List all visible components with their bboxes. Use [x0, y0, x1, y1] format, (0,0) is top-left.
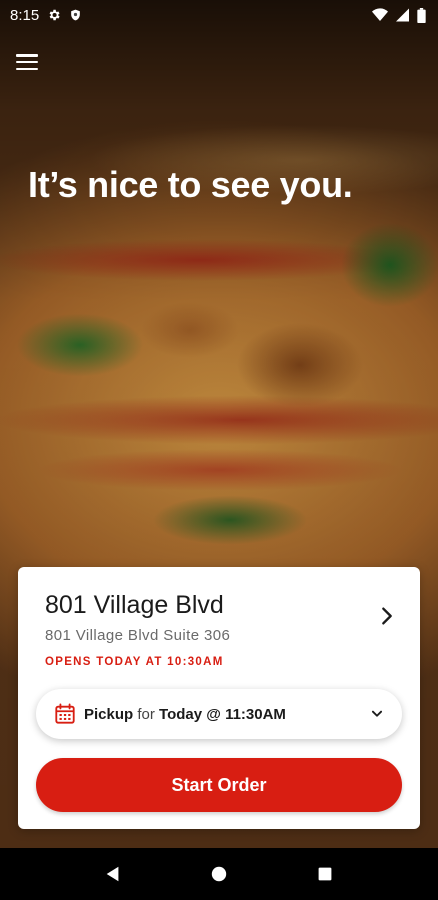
shield-icon — [71, 9, 81, 21]
start-order-button[interactable]: Start Order — [36, 758, 402, 812]
back-button[interactable] — [98, 859, 128, 889]
calendar-icon — [55, 703, 75, 724]
menu-line — [16, 67, 38, 70]
back-triangle-icon — [106, 866, 119, 882]
location-name: 801 Village Blvd — [45, 591, 224, 619]
gear-icon — [49, 9, 60, 21]
location-address: 801 Village Blvd Suite 306 — [45, 627, 231, 644]
recents-button[interactable] — [310, 859, 340, 889]
menu-line — [16, 54, 38, 57]
pickup-summary: Pickup for Today @ 11:30AM — [84, 706, 370, 723]
status-bar: 8:15 — [0, 0, 438, 30]
order-mode: Pickup — [84, 705, 134, 723]
battery-icon — [417, 7, 426, 23]
greeting-heading: It’s nice to see you. — [28, 164, 353, 205]
hamburger-menu-icon[interactable] — [16, 52, 38, 72]
order-time: Today @ 11:30AM — [159, 705, 286, 723]
status-time: 8:15 — [10, 6, 40, 24]
home-button[interactable] — [204, 859, 234, 889]
order-card: 801 Village Blvd 801 Village Blvd Suite … — [18, 567, 420, 829]
chevron-down-icon — [371, 710, 383, 717]
menu-line — [16, 60, 38, 64]
signal-icon — [396, 8, 409, 22]
chevron-right-icon — [382, 607, 392, 625]
order-connector: for — [137, 705, 155, 723]
wifi-icon — [372, 8, 388, 21]
pickup-time-selector[interactable]: Pickup for Today @ 11:30AM — [36, 689, 402, 739]
recents-square-icon — [318, 867, 332, 881]
location-hours-status: OPENS TODAY AT 10:30AM — [45, 656, 224, 668]
location-selector[interactable]: 801 Village Blvd 801 Village Blvd Suite … — [18, 567, 420, 682]
system-navigation-bar — [0, 848, 438, 900]
home-circle-icon — [211, 866, 227, 882]
